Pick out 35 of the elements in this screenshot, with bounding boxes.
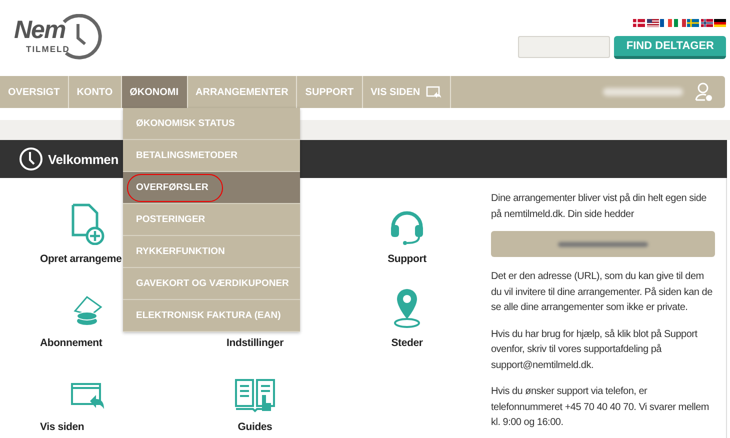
- clock-icon: [19, 147, 43, 171]
- info-text: Det er den adresse (URL), som du kan give til dem du vil invitere til dine arrangementer. På siden kan de se alle dine arrangementer som ikke er private.: [491, 270, 714, 315]
- location-pin-icon: [392, 287, 422, 329]
- logo-text: Nem: [14, 18, 66, 43]
- tile-label[interactable]: Vis siden: [40, 421, 84, 433]
- tile-label[interactable]: Opret arrangeme: [40, 253, 122, 265]
- tile-label[interactable]: Indstillinger: [226, 337, 284, 349]
- document-plus-icon: [71, 203, 105, 245]
- menu-item[interactable]: GAVEKORT OG VÆRDIKUPONER: [123, 268, 300, 300]
- info-text: Hvis du ønsker support via telefon, er telefonnummeret +45 70 40 40 70. Vi svarer mellem kl. 9:00 og 16:00.: [491, 385, 710, 430]
- menu-item[interactable]: OVERFØRSLER: [123, 172, 300, 204]
- search-field[interactable]: [518, 36, 610, 58]
- logo-subtitle: TILMELD: [26, 44, 70, 54]
- nav-tab[interactable]: ØKONOMI: [122, 76, 188, 108]
- info-text: Hvis du har brug for hjælp, så klik blot på Support ovenfor, skriv til vores supportafdeling på support@nemtilmeld.dk.: [491, 328, 698, 372]
- tile-label[interactable]: Abonnement: [40, 337, 102, 349]
- nav-tab[interactable]: ARRANGEMENTER: [188, 76, 298, 108]
- flag-icon[interactable]: [714, 19, 726, 27]
- book-icon: [234, 377, 276, 413]
- flag-icon[interactable]: [700, 19, 712, 27]
- menu-item[interactable]: ELEKTRONISK FAKTURA (EAN): [123, 300, 300, 332]
- welcome-title: Velkommen: [48, 152, 118, 166]
- tile-label[interactable]: Steder: [391, 337, 423, 349]
- flag-icon[interactable]: [660, 19, 672, 27]
- menu-item[interactable]: ØKONOMISK STATUS: [123, 108, 300, 140]
- menu-item[interactable]: RYKKERFUNKTION: [123, 236, 300, 268]
- info-text: Dine arrangementer bliver vist på din helt egen side på nemtilmeld.dk. Din side hedder: [491, 192, 708, 222]
- nav-tab[interactable]: VIS SIDEN: [362, 76, 452, 108]
- find-button[interactable]: FIND DELTAGER: [614, 36, 726, 59]
- window-return-icon: [426, 86, 442, 98]
- menu-item[interactable]: BETALINGSMETODER: [123, 140, 300, 172]
- tile-label[interactable]: Support: [388, 253, 426, 265]
- menu-item[interactable]: POSTERINGER: [123, 204, 300, 236]
- tile-label[interactable]: Guides: [238, 421, 272, 433]
- nav-tab[interactable]: KONTO: [68, 76, 122, 108]
